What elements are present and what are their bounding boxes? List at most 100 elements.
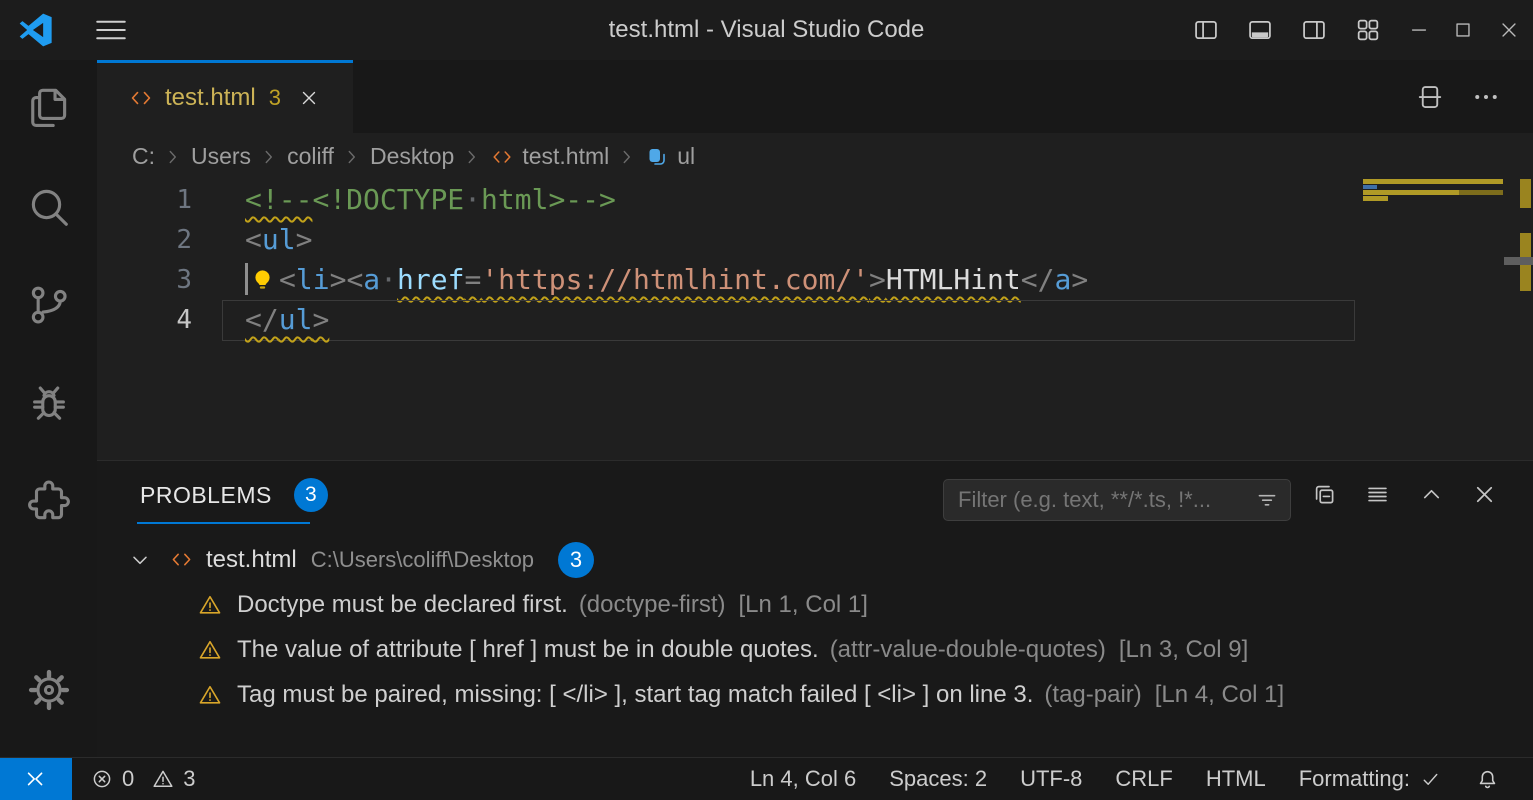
symbol-element-icon [645, 145, 669, 169]
lightbulb-icon[interactable] [249, 267, 276, 294]
maximize-icon[interactable] [1440, 0, 1486, 60]
close-icon[interactable] [1486, 0, 1532, 60]
breadcrumb-symbol-ul[interactable]: ul [645, 143, 695, 170]
breadcrumb-label: C: [132, 143, 155, 170]
code-token: = [464, 263, 481, 296]
html-file-icon [169, 547, 194, 572]
status-right-items: Ln 4, Col 6 Spaces: 2 UTF-8 CRLF HTML Formatt… [750, 758, 1533, 800]
run-and-debug-icon[interactable] [0, 354, 97, 452]
tab-problems[interactable]: PROBLEMS 3 [140, 478, 328, 512]
status-problems[interactable]: 0 3 [90, 758, 196, 800]
status-item-label: Spaces: 2 [889, 766, 987, 792]
status-notifications[interactable] [1475, 767, 1500, 792]
more-actions-icon[interactable] [1471, 82, 1501, 112]
code-token: <!-- [245, 183, 312, 216]
customize-layout-icon[interactable] [1354, 16, 1382, 44]
tab-problem-count: 3 [269, 85, 281, 111]
filter-icon[interactable] [1254, 487, 1280, 513]
close-icon[interactable] [298, 87, 320, 109]
close-panel-icon[interactable] [1471, 481, 1498, 508]
code-token: href [397, 263, 464, 296]
split-editor-icon[interactable] [1415, 82, 1445, 112]
minimap-mark [1459, 190, 1503, 195]
remote-icon [23, 766, 50, 793]
status-eol[interactable]: CRLF [1115, 766, 1172, 792]
view-as-table-icon[interactable] [1364, 481, 1391, 508]
extensions-icon[interactable] [0, 452, 97, 550]
breadcrumb-desktop[interactable]: Desktop [370, 143, 454, 170]
code-token: · [380, 263, 397, 296]
explorer-icon[interactable] [0, 60, 97, 158]
line-number: 1 [97, 180, 192, 220]
code-token: > [330, 263, 347, 296]
problem-source: (doctype-first) [579, 591, 726, 619]
warning-icon [197, 682, 223, 708]
chevron-right-icon [341, 146, 363, 168]
line-number: 3 [97, 260, 192, 300]
problem-message: Tag must be paired, missing: [ </li> ], … [237, 681, 1033, 709]
problem-position: [Ln 4, Col 1] [1155, 681, 1284, 709]
breadcrumb-coliff[interactable]: coliff [287, 143, 334, 170]
status-indentation[interactable]: Spaces: 2 [889, 766, 987, 792]
status-cursor-position[interactable]: Ln 4, Col 6 [750, 766, 856, 792]
activity-bar [0, 60, 97, 757]
file-path: C:\Users\coliff\Desktop [311, 547, 534, 573]
problems-tab-label: PROBLEMS [140, 482, 272, 509]
toggle-secondary-sidebar-icon[interactable] [1300, 16, 1328, 44]
line-number: 2 [97, 220, 192, 260]
problem-message: The value of attribute [ href ] must be … [237, 636, 819, 664]
breadcrumb: C: Users coliff Desktop test.html ul [97, 133, 1533, 180]
maximize-panel-icon[interactable] [1418, 481, 1445, 508]
html-file-icon [490, 145, 514, 169]
problem-tag-pair[interactable]: Tag must be paired, missing: [ </li> ], … [97, 672, 1533, 717]
breadcrumb-label: Users [191, 143, 251, 170]
chevron-right-icon [461, 146, 483, 168]
file-name: test.html [206, 546, 297, 574]
chevron-down-icon[interactable] [128, 548, 152, 572]
search-icon[interactable] [0, 158, 97, 256]
text-cursor [245, 263, 248, 295]
editor[interactable]: 1<!--<!DOCTYPE·html>-->2<ul>3 <li><a·hre… [97, 180, 1533, 460]
code-line[interactable]: 3 <li><a·href='https://htmlhint.com/'>HT… [97, 260, 1533, 300]
code-line[interactable]: 4</ul> [97, 300, 1533, 340]
status-language-mode[interactable]: HTML [1206, 766, 1266, 792]
code-token: a [363, 263, 380, 296]
minimap-mark [1363, 179, 1503, 184]
source-control-icon[interactable] [0, 256, 97, 354]
problem-attr-value-double-quotes[interactable]: The value of attribute [ href ] must be … [97, 627, 1533, 672]
problem-message: Doctype must be declared first. [237, 591, 568, 619]
minimap-mark [1363, 190, 1459, 195]
problems-file-row[interactable]: test.html C:\Users\coliff\Desktop 3 [97, 537, 1533, 582]
problem-rows: Doctype must be declared first. (doctype… [97, 582, 1533, 717]
html-file-icon [128, 85, 154, 111]
bell-icon [1475, 767, 1500, 792]
code-token: </ [1021, 263, 1055, 296]
status-formatting[interactable]: Formatting: [1299, 766, 1442, 792]
minimap-mark [1520, 179, 1531, 208]
tab-test-html[interactable]: test.html 3 [97, 60, 353, 133]
status-item-label: CRLF [1115, 766, 1172, 792]
code-line[interactable]: 2<ul> [97, 220, 1533, 260]
code-token: 'https://htmlhint.com/' [481, 263, 869, 296]
status-encoding[interactable]: UTF-8 [1020, 766, 1082, 792]
minimize-icon[interactable] [1396, 0, 1442, 60]
status-item-label: Formatting: [1299, 766, 1410, 792]
code-token: < [346, 263, 363, 296]
breadcrumb-file[interactable]: test.html [490, 143, 609, 170]
code-line[interactable]: 1<!--<!DOCTYPE·html>--> [97, 180, 1533, 220]
problem-position: [Ln 3, Col 9] [1119, 636, 1248, 664]
minimap-mark [1504, 257, 1533, 265]
filter-input[interactable] [944, 487, 1254, 513]
tab-bar: test.html 3 [97, 60, 1533, 133]
code-token: li [296, 263, 330, 296]
toggle-primary-sidebar-icon[interactable] [1192, 16, 1220, 44]
breadcrumb-drive[interactable]: C: [132, 143, 155, 170]
code-token: · [464, 183, 481, 216]
problem-doctype-first[interactable]: Doctype must be declared first. (doctype… [97, 582, 1533, 627]
toggle-panel-icon[interactable] [1246, 16, 1274, 44]
breadcrumb-users[interactable]: Users [191, 143, 251, 170]
remote-indicator[interactable] [0, 758, 72, 800]
settings-gear-icon[interactable] [0, 651, 97, 729]
collapse-all-icon[interactable] [1311, 481, 1338, 508]
warning-icon [151, 767, 175, 791]
